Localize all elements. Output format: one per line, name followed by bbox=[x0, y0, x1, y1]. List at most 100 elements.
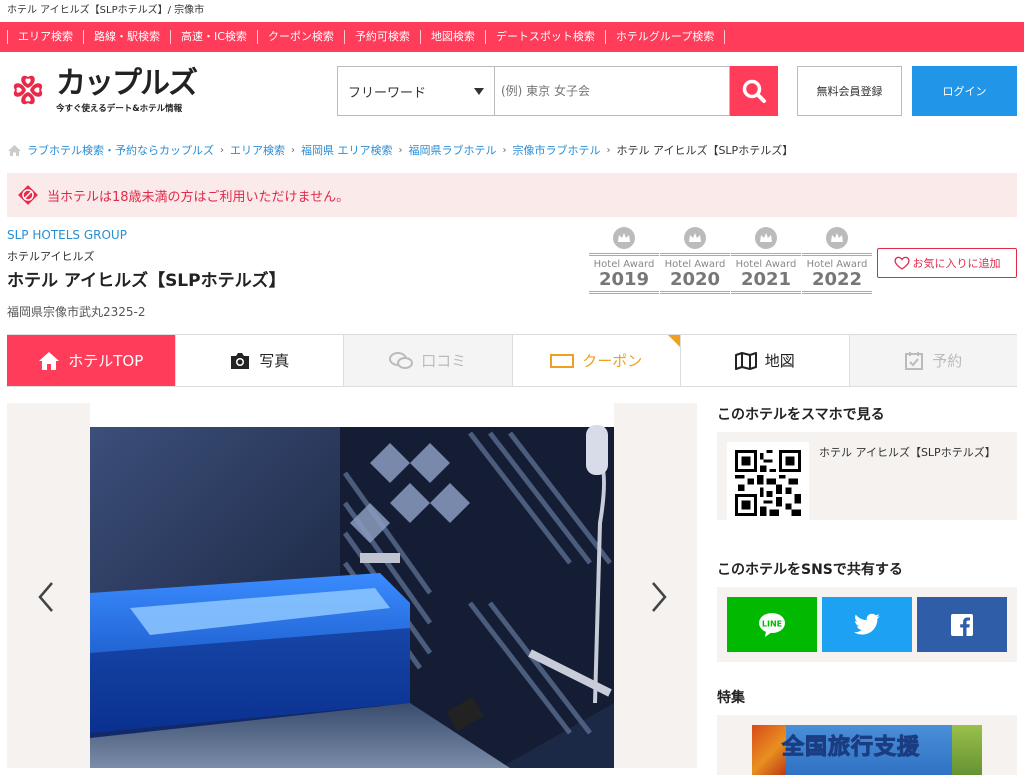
bathroom-photo-image bbox=[90, 403, 614, 768]
crown-icon bbox=[684, 227, 706, 249]
facebook-share-button[interactable] bbox=[917, 597, 1007, 652]
tab-hotel-top[interactable]: ホテルTOP bbox=[7, 335, 176, 386]
home-icon bbox=[39, 351, 60, 370]
hotel-group-link[interactable]: SLP HOTELS GROUP bbox=[7, 228, 286, 242]
chevron-right-icon: › bbox=[502, 144, 507, 156]
breadcrumb: ラブホテル検索・予約ならカップルズ › エリア検索 › 福岡県 エリア検索 › 福岡県… bbox=[7, 142, 793, 158]
award-badge: Hotel Award 2022 bbox=[802, 226, 872, 294]
nav-hotelgroup-search[interactable]: ホテルグループ検索 bbox=[604, 30, 726, 44]
chevron-right-icon: › bbox=[220, 144, 224, 156]
home-icon bbox=[8, 144, 21, 156]
add-favorite-button[interactable]: お気に入りに追加 bbox=[877, 248, 1017, 278]
logo-wordmark: カップルズ bbox=[56, 66, 198, 101]
tab-label: 写真 bbox=[259, 352, 290, 370]
qr-code-icon bbox=[735, 450, 801, 516]
tab-photos[interactable]: 写真 bbox=[175, 335, 344, 386]
hotel-name: ホテル アイヒルズ【SLPホテルズ】 bbox=[7, 271, 286, 291]
search-type-value: フリーワード bbox=[348, 85, 427, 101]
nav-coupon-search[interactable]: クーポン検索 bbox=[256, 30, 344, 44]
search-bar: フリーワード bbox=[337, 66, 778, 116]
qr-hotel-name: ホテル アイヒルズ【SLPホテルズ】 bbox=[819, 446, 996, 459]
award-year: 2022 bbox=[811, 269, 863, 290]
award-badge: Hotel Award 2021 bbox=[731, 226, 801, 294]
crown-icon bbox=[613, 227, 635, 249]
award-year: 2021 bbox=[740, 269, 792, 290]
nav-line-station-search[interactable]: 路線・駅検索 bbox=[83, 30, 170, 44]
photo-gallery bbox=[7, 403, 697, 768]
nav-reservable-search[interactable]: 予約可検索 bbox=[343, 30, 420, 44]
svg-text:LINE: LINE bbox=[762, 619, 782, 628]
tab-map[interactable]: 地図 bbox=[681, 335, 850, 386]
tab-coupon[interactable]: クーポン bbox=[512, 335, 681, 386]
site-logo[interactable]: カップルズ 今すぐ使えるデート&ホテル情報 bbox=[6, 66, 198, 114]
heart-icon bbox=[893, 256, 910, 270]
award-year: 2020 bbox=[669, 269, 721, 290]
tab-label: クーポン bbox=[582, 352, 643, 370]
clover-logo-icon bbox=[13, 75, 43, 105]
qr-code-box: ホテル アイヒルズ【SLPホテルズ】 bbox=[717, 432, 1017, 524]
sidebar-smartphone-title: このホテルをスマホで見る bbox=[717, 407, 885, 423]
register-button[interactable]: 無料会員登録 bbox=[797, 66, 902, 116]
line-share-button[interactable]: LINE bbox=[727, 597, 817, 652]
nav-area-search[interactable]: エリア検索 bbox=[7, 30, 83, 44]
crown-icon bbox=[826, 227, 848, 249]
camera-icon bbox=[231, 352, 250, 369]
search-button[interactable] bbox=[730, 66, 778, 116]
sidebar-sns-share: このホテルをSNSで共有する LINE bbox=[717, 559, 1017, 662]
main-nav: エリア検索 路線・駅検索 高速・IC検索 クーポン検索 予約可検索 地図検索 デ… bbox=[0, 22, 1024, 52]
breadcrumb-link-prefecture-area[interactable]: 福岡県 エリア検索 bbox=[301, 142, 393, 158]
new-corner-badge bbox=[668, 335, 680, 347]
tab-label: ホテルTOP bbox=[68, 352, 144, 370]
qr-code-image bbox=[727, 442, 809, 524]
search-icon bbox=[742, 79, 766, 103]
breadcrumb-link-top[interactable]: ラブホテル検索・予約ならカップルズ bbox=[27, 142, 214, 158]
feature-box: 全国旅行支援 bbox=[717, 715, 1017, 775]
nav-map-search[interactable]: 地図検索 bbox=[419, 30, 485, 44]
facebook-icon bbox=[951, 613, 973, 636]
sidebar-smartphone: このホテルをスマホで見る ホテル アイヒルズ【SLPホテルズ】 bbox=[717, 404, 1017, 524]
crown-icon bbox=[755, 227, 777, 249]
nav-highway-ic-search[interactable]: 高速・IC検索 bbox=[170, 30, 257, 44]
award-badge: Hotel Award 2020 bbox=[660, 226, 730, 294]
tab-label: 予約 bbox=[932, 352, 963, 370]
breadcrumb-link-city-hotels[interactable]: 宗像市ラブホテル bbox=[513, 142, 601, 158]
gallery-next-arrow-icon[interactable] bbox=[650, 581, 668, 613]
search-input[interactable] bbox=[495, 66, 730, 116]
sidebar-features: 特集 全国旅行支援 bbox=[717, 687, 1017, 775]
chevron-right-icon: › bbox=[606, 144, 611, 156]
hotel-address: 福岡県宗像市武丸2325-2 bbox=[7, 305, 146, 319]
map-icon bbox=[734, 351, 757, 370]
hotel-kana: ホテルアイヒルズ bbox=[7, 250, 95, 263]
tab-label: 地図 bbox=[764, 352, 795, 370]
sidebar-sns-title: このホテルをSNSで共有する bbox=[717, 562, 903, 578]
ticket-icon bbox=[550, 353, 575, 368]
logo-tagline: 今すぐ使えるデート&ホテル情報 bbox=[56, 104, 183, 114]
page-topline: ホテル アイヒルズ【SLPホテルズ】/ 宗像市 bbox=[7, 5, 205, 16]
twitter-share-button[interactable] bbox=[822, 597, 912, 652]
gallery-photo-bathroom[interactable] bbox=[90, 403, 614, 768]
hotel-tabs: ホテルTOP 写真 口コミ クーポン 地図 予約 bbox=[7, 334, 1017, 387]
login-button[interactable]: ログイン bbox=[912, 66, 1017, 116]
chevron-right-icon: › bbox=[291, 144, 295, 156]
gallery-prev-arrow-icon[interactable] bbox=[37, 581, 55, 613]
tab-label: 口コミ bbox=[421, 352, 467, 370]
caret-down-icon bbox=[474, 87, 484, 95]
age-warning-banner: 当ホテルは18歳未満の方はご利用いただけません。 bbox=[7, 173, 1017, 217]
line-icon: LINE bbox=[759, 612, 785, 637]
age-warning-text: 当ホテルは18歳未満の方はご利用いただけません。 bbox=[47, 189, 350, 205]
tab-reviews: 口コミ bbox=[344, 335, 513, 386]
banner-title: 全国旅行支援 bbox=[781, 735, 921, 761]
breadcrumb-link-prefecture-hotels[interactable]: 福岡県ラブホテル bbox=[409, 142, 497, 158]
no-minors-icon bbox=[18, 185, 38, 205]
breadcrumb-link-area[interactable]: エリア検索 bbox=[230, 142, 285, 158]
breadcrumb-current: ホテル アイヒルズ【SLPホテルズ】 bbox=[616, 144, 794, 157]
add-favorite-label: お気に入りに追加 bbox=[912, 257, 1001, 270]
tab-reservation: 予約 bbox=[849, 335, 1017, 386]
hotel-info: SLP HOTELS GROUP ホテルアイヒルズ ホテル アイヒルズ【SLPホ… bbox=[7, 228, 286, 320]
chevron-right-icon: › bbox=[398, 144, 403, 156]
search-type-select[interactable]: フリーワード bbox=[337, 66, 495, 116]
sns-share-box: LINE bbox=[717, 587, 1017, 662]
nav-datespot-search[interactable]: デートスポット検索 bbox=[484, 30, 605, 44]
calendar-check-icon bbox=[905, 351, 924, 370]
award-badge: Hotel Award 2019 bbox=[589, 226, 659, 294]
